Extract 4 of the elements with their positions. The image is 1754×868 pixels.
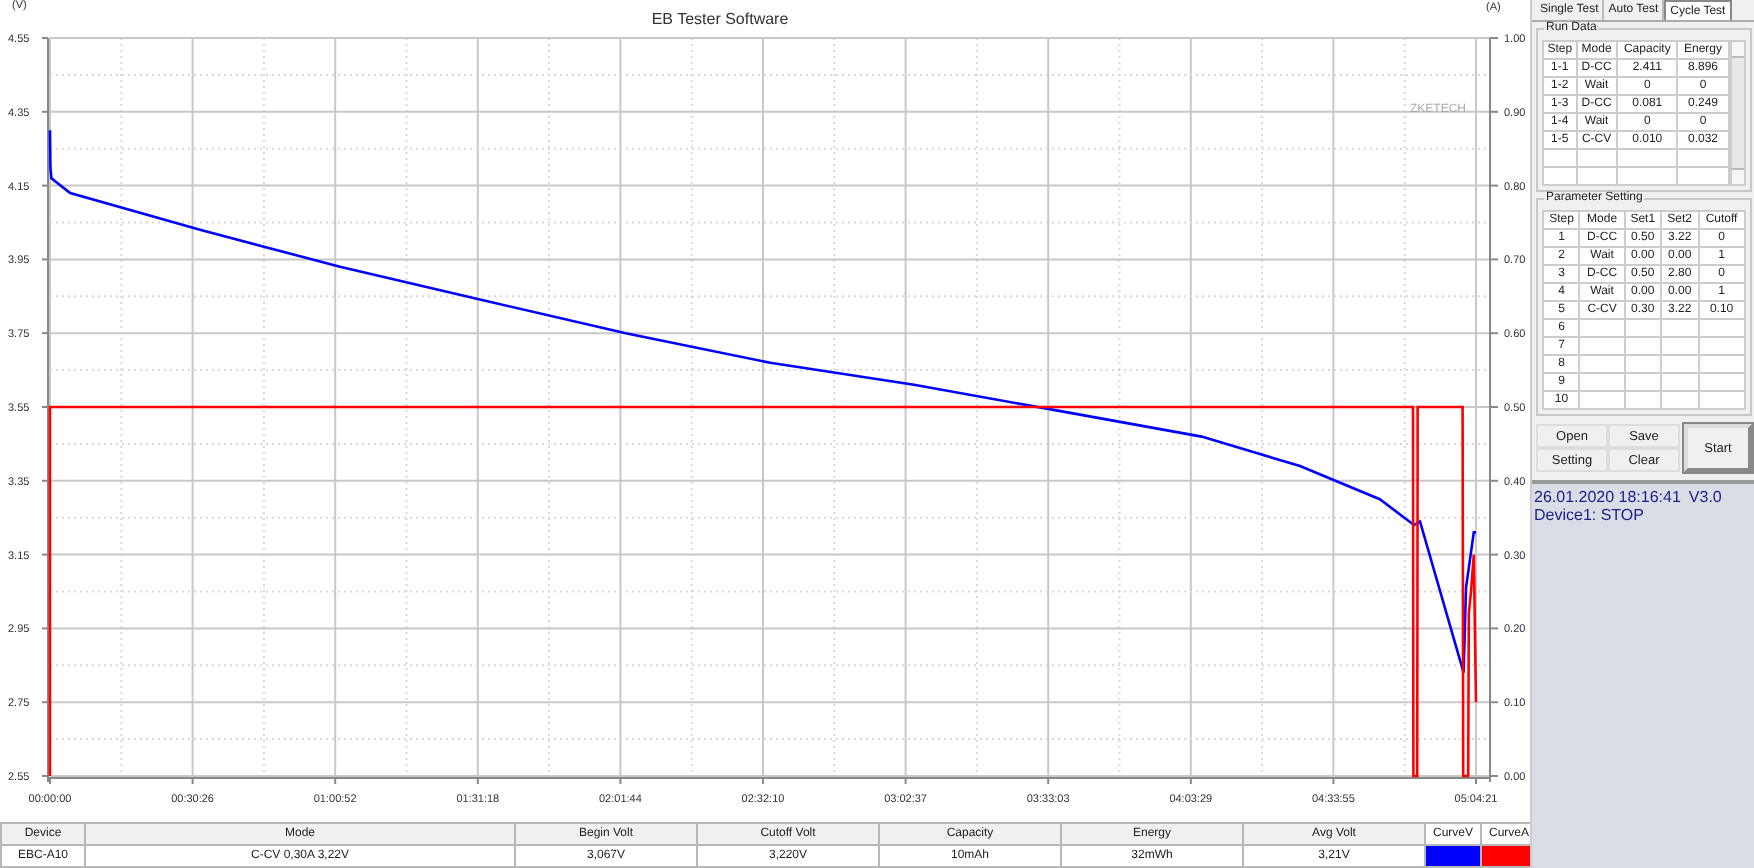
- chart-title: EB Tester Software: [651, 10, 789, 28]
- version-text: V3.0: [1688, 488, 1722, 506]
- device-status: Device1: STOP: [1534, 506, 1644, 524]
- date-time: 26.01.2020 18:16:41: [1534, 488, 1681, 506]
